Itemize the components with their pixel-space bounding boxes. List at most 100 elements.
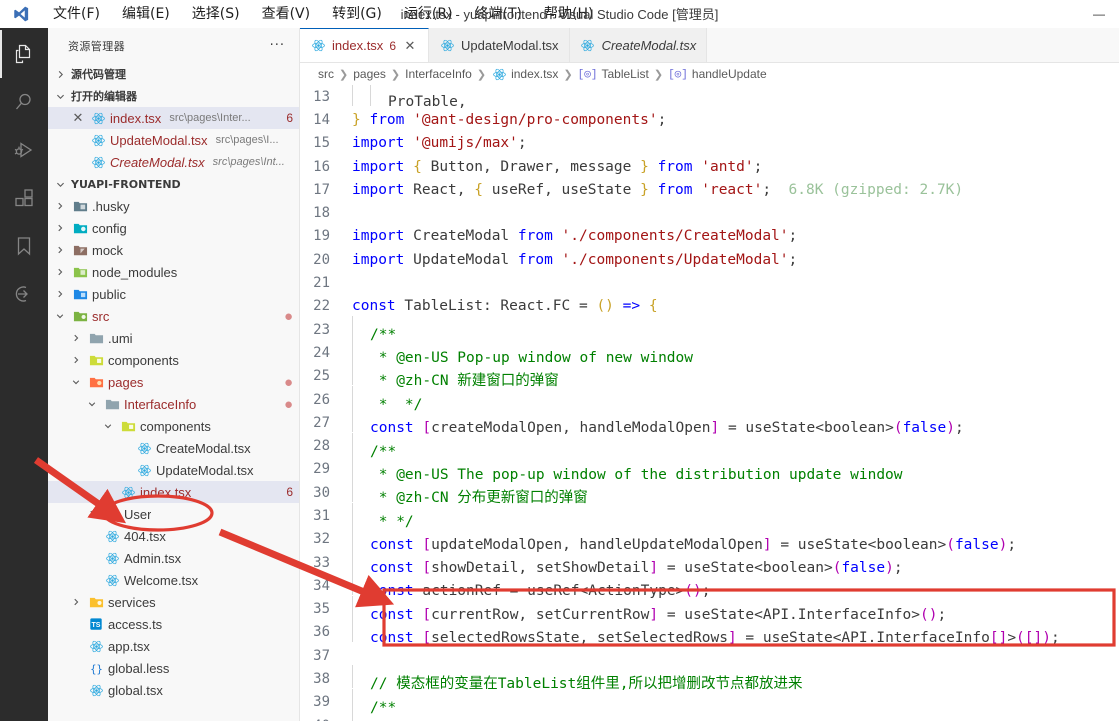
close-editor-icon[interactable]: ✕: [70, 110, 86, 126]
tree-item-node-modules[interactable]: node_modules: [48, 261, 299, 283]
code-line[interactable]: 33 const [showDetail, setShowDetail] = us…: [300, 549, 1119, 576]
tree-item-components[interactable]: components: [48, 349, 299, 371]
close-tab-icon[interactable]: ✕: [402, 38, 418, 54]
code-line[interactable]: 18: [300, 201, 1119, 224]
code-line[interactable]: 28/**: [300, 432, 1119, 460]
code-line[interactable]: 39/**: [300, 688, 1119, 716]
code-line[interactable]: 40 * @en-US Add node: [300, 712, 1119, 721]
code-line[interactable]: 37: [300, 644, 1119, 667]
menu-item-help[interactable]: 帮助(H): [533, 0, 604, 28]
section-open-editors[interactable]: 打开的编辑器: [48, 85, 299, 107]
code-line[interactable]: 22 const TableList: React.FC = () => {: [300, 295, 1119, 318]
code-editor[interactable]: 13 ProTable, 14} from '@ant-design/pro-com…: [300, 85, 1119, 721]
chevron-down-icon[interactable]: [52, 308, 68, 324]
code-line[interactable]: 38 // 模态框的变量在TableList组件里,所以把增删改节点都放进来: [300, 665, 1119, 692]
breadcrumb-item[interactable]: [◎] handleUpdate: [668, 67, 767, 81]
tree-item-components[interactable]: components: [48, 415, 299, 437]
tree-item-updatemodal-tsx[interactable]: UpdateModal.tsx: [48, 459, 299, 481]
code-line[interactable]: 20 import UpdateModal from './components/…: [300, 248, 1119, 271]
code-line[interactable]: 29 * @en-US The pop-up window of the dis…: [300, 455, 1119, 483]
tree-item-index-tsx[interactable]: index.tsx 6: [48, 481, 299, 503]
tree-item--husky[interactable]: .husky: [48, 195, 299, 217]
tree-item-global-less[interactable]: {} global.less: [48, 657, 299, 679]
menu-item-view[interactable]: 查看(V): [251, 0, 322, 28]
activity-search[interactable]: [0, 78, 48, 126]
tree-item-src[interactable]: src ●: [48, 305, 299, 327]
tree-item--umi[interactable]: .umi: [48, 327, 299, 349]
tree-item-config[interactable]: config: [48, 217, 299, 239]
menu-item-go[interactable]: 转到(G): [321, 0, 393, 28]
menu-bar[interactable]: 文件(F) 编辑(E) 选择(S) 查看(V) 转到(G) 运行(R) 终端(T…: [42, 0, 604, 28]
code-line[interactable]: 36 const [selectedRowsState, setSelectedR…: [300, 618, 1119, 646]
code-line[interactable]: 34 const actionRef = useRef<ActionType>()…: [300, 572, 1119, 599]
editor-tab[interactable]: index.tsx 6 ✕: [300, 28, 429, 62]
breadcrumb[interactable]: src ❯ pages ❯ InterfaceInfo ❯ index.tsx ❯ [◎] Ta…: [300, 63, 1119, 85]
menu-item-selection[interactable]: 选择(S): [181, 0, 251, 28]
tree-item-404-tsx[interactable]: 404.tsx: [48, 525, 299, 547]
close-editor-icon[interactable]: [70, 154, 86, 170]
code-line[interactable]: 31 * */: [300, 502, 1119, 530]
menu-item-file[interactable]: 文件(F): [42, 0, 111, 28]
activity-run-debug[interactable]: [0, 126, 48, 174]
editor-tab[interactable]: UpdateModal.tsx: [429, 28, 570, 62]
activity-bar[interactable]: [0, 28, 48, 721]
editor-tab[interactable]: CreateModal.tsx: [569, 28, 708, 62]
open-editor-item[interactable]: UpdateModal.tsx src\pages\I...: [48, 129, 299, 151]
breadcrumb-item[interactable]: InterfaceInfo: [405, 67, 472, 81]
activity-bookmarks[interactable]: [0, 222, 48, 270]
code-line[interactable]: 24 * @en-US Pop-up window of new window: [300, 339, 1119, 366]
menu-item-edit[interactable]: 编辑(E): [111, 0, 181, 28]
chevron-right-icon[interactable]: [52, 242, 68, 258]
tree-item-access-ts[interactable]: TS access.ts: [48, 613, 299, 635]
code-line[interactable]: 14} from '@ant-design/pro-components';: [300, 108, 1119, 131]
menu-item-run[interactable]: 运行(R): [393, 0, 464, 28]
minimize-button[interactable]: —: [1079, 0, 1119, 28]
chevron-down-icon[interactable]: [100, 418, 116, 434]
editor-tab-bar[interactable]: index.tsx 6 ✕ UpdateModal.tsx CreateModal.…: [300, 28, 1119, 63]
open-editor-item[interactable]: CreateModal.tsx src\pages\Int...: [48, 151, 299, 173]
code-line[interactable]: 21: [300, 271, 1119, 294]
open-editor-item[interactable]: ✕ index.tsx src\pages\Inter... 6: [48, 107, 299, 129]
tree-item-mock[interactable]: mock: [48, 239, 299, 261]
chevron-down-icon[interactable]: [84, 396, 100, 412]
breadcrumb-item[interactable]: pages: [353, 67, 386, 81]
chevron-right-icon[interactable]: [68, 330, 84, 346]
chevron-right-icon[interactable]: [52, 286, 68, 302]
activity-remote-explorer[interactable]: [0, 270, 48, 318]
tree-item-welcome-tsx[interactable]: Welcome.tsx: [48, 569, 299, 591]
activity-explorer[interactable]: [0, 30, 48, 78]
tree-item-interfaceinfo[interactable]: InterfaceInfo ●: [48, 393, 299, 415]
chevron-right-icon[interactable]: [52, 198, 68, 214]
menu-item-terminal[interactable]: 终端(T): [464, 0, 533, 28]
breadcrumb-item[interactable]: src: [318, 67, 334, 81]
tree-item-createmodal-tsx[interactable]: CreateModal.tsx: [48, 437, 299, 459]
code-line[interactable]: 16 import { Button, Drawer, message } fro…: [300, 155, 1119, 178]
breadcrumb-item[interactable]: [◎] TableList: [578, 67, 649, 81]
code-line[interactable]: 32 const [updateModalOpen, handleUpdateMo…: [300, 525, 1119, 553]
chevron-down-icon[interactable]: [68, 374, 84, 390]
tree-item-admin-tsx[interactable]: Admin.tsx: [48, 547, 299, 569]
code-line[interactable]: 25 * @zh-CN 新建窗口的弹窗: [300, 362, 1119, 389]
tree-item-services[interactable]: services: [48, 591, 299, 613]
tree-item-app-tsx[interactable]: app.tsx: [48, 635, 299, 657]
code-line[interactable]: 19 import CreateModal from './components/…: [300, 225, 1119, 248]
code-line[interactable]: 26 * */: [300, 386, 1119, 413]
chevron-right-icon[interactable]: [68, 594, 84, 610]
code-line[interactable]: 17 import React, { useRef, useState } fro…: [300, 178, 1119, 201]
chevron-right-icon[interactable]: [84, 506, 100, 522]
tree-item-pages[interactable]: pages ●: [48, 371, 299, 393]
close-editor-icon[interactable]: [70, 132, 86, 148]
chevron-right-icon[interactable]: [52, 264, 68, 280]
chevron-right-icon[interactable]: [52, 220, 68, 236]
breadcrumb-item[interactable]: index.tsx: [491, 66, 558, 82]
code-lines[interactable]: 13 ProTable, 14} from '@ant-design/pro-com…: [300, 85, 1119, 721]
code-line[interactable]: 15 import '@umijs/max';: [300, 132, 1119, 155]
code-line[interactable]: 30 * @zh-CN 分布更新窗口的弹窗: [300, 478, 1119, 506]
chevron-right-icon[interactable]: [68, 352, 84, 368]
tree-item-public[interactable]: public: [48, 283, 299, 305]
code-line[interactable]: 23/**: [300, 316, 1119, 343]
code-line[interactable]: 35 const [currentRow, setCurrentRow] = us…: [300, 595, 1119, 623]
tree-item-user[interactable]: User: [48, 503, 299, 525]
tree-item-global-tsx[interactable]: global.tsx: [48, 679, 299, 701]
section-workspace[interactable]: YUAPI-FRONTEND: [48, 173, 299, 195]
